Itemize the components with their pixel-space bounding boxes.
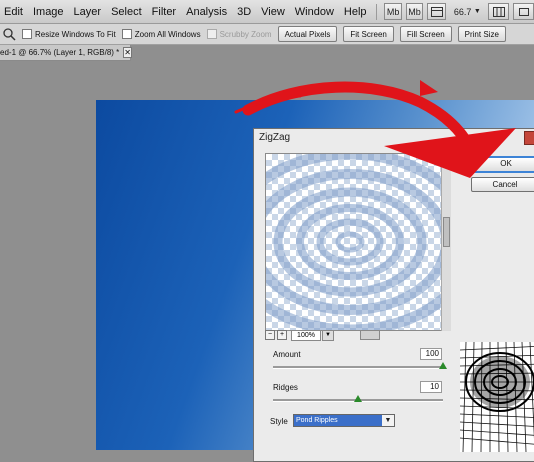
menu-view[interactable]: View <box>256 6 290 18</box>
menu-image[interactable]: Image <box>28 6 69 18</box>
preview-scrollbar[interactable] <box>441 153 451 331</box>
zoom-level-value: 66.7 <box>453 6 472 17</box>
menu-window[interactable]: Window <box>290 6 339 18</box>
style-dropdown-value: Pond Ripples <box>294 415 382 426</box>
amount-slider-track[interactable] <box>273 366 443 369</box>
menu-filter[interactable]: Filter <box>147 6 181 18</box>
amount-label: Amount <box>273 350 301 359</box>
options-bar: Resize Windows To Fit Zoom All Windows S… <box>0 24 534 45</box>
grid-icon <box>430 6 443 17</box>
zigzag-thumbnail-graphic <box>459 341 534 453</box>
horizontal-scroll-thumb[interactable] <box>360 330 380 340</box>
preview-zoom-bar: − + 100% ▼ <box>265 329 451 341</box>
filter-preview[interactable] <box>265 153 451 331</box>
arrange-documents-button[interactable] <box>488 3 510 20</box>
menu-edit[interactable]: Edit <box>0 6 28 18</box>
scrubby-zoom-label: Scrubby Zoom <box>219 29 272 39</box>
ripple-preview-graphic <box>266 154 450 330</box>
mini-bridge-button[interactable]: Mb <box>384 3 402 20</box>
ok-button[interactable]: OK <box>471 156 534 173</box>
screen-mode-button[interactable] <box>513 3 534 20</box>
zoom-all-windows-label: Zoom All Windows <box>134 29 201 39</box>
menu-help[interactable]: Help <box>339 6 372 18</box>
document-tab-title: ed-1 @ 66.7% (Layer 1, RGB/8) * <box>0 48 120 57</box>
menu-select[interactable]: Select <box>106 6 147 18</box>
zoom-level-dropdown[interactable]: 66.7 ▼ <box>450 3 484 20</box>
preview-zoom-value: 100% <box>291 329 321 341</box>
zoom-out-button[interactable]: − <box>265 330 275 340</box>
zoom-icon[interactable] <box>2 27 16 41</box>
fill-screen-button[interactable]: Fill Screen <box>399 26 452 42</box>
ridges-label: Ridges <box>273 383 298 392</box>
actual-pixels-button[interactable]: Actual Pixels <box>277 26 338 42</box>
fit-screen-button[interactable]: Fit Screen <box>343 26 394 42</box>
screen-mode-icon <box>518 7 529 16</box>
scrollbar-thumb[interactable] <box>443 217 450 247</box>
checkbox-box <box>22 29 32 39</box>
zoom-in-button[interactable]: + <box>277 330 287 340</box>
amount-field[interactable]: 100 <box>420 348 442 360</box>
zigzag-dialog: ZigZag − + 100% ▼ Amount 100 Ridges 10 S… <box>253 128 534 462</box>
ridges-field[interactable]: 10 <box>420 381 442 393</box>
resize-windows-checkbox[interactable]: Resize Windows To Fit <box>22 29 116 39</box>
arrange-icon <box>492 6 505 17</box>
close-icon[interactable] <box>524 131 534 145</box>
chevron-down-icon[interactable]: ▼ <box>322 329 334 341</box>
scrubby-zoom-checkbox[interactable]: Scrubby Zoom <box>206 29 272 39</box>
filter-thumbnail <box>459 341 534 453</box>
checkbox-box <box>206 29 217 39</box>
chevron-down-icon: ▼ <box>382 415 394 426</box>
bridge-button[interactable]: Mb <box>405 3 424 20</box>
dialog-title: ZigZag <box>259 132 291 143</box>
print-size-button[interactable]: Print Size <box>457 26 506 42</box>
zoom-all-windows-checkbox[interactable]: Zoom All Windows <box>121 29 201 39</box>
document-tab[interactable]: ed-1 @ 66.7% (Layer 1, RGB/8) * ✕ <box>0 45 132 61</box>
view-extras-button[interactable] <box>427 3 447 20</box>
menu-3d[interactable]: 3D <box>232 6 256 18</box>
resize-windows-label: Resize Windows To Fit <box>35 29 116 39</box>
amount-slider-thumb[interactable] <box>439 362 447 369</box>
checkbox-box <box>121 29 132 39</box>
menu-bar: Edit Image Layer Select Filter Analysis … <box>0 0 534 24</box>
style-label: Style <box>270 417 288 426</box>
ridges-slider-thumb[interactable] <box>354 395 362 402</box>
style-dropdown[interactable]: Pond Ripples ▼ <box>293 414 395 427</box>
cancel-button[interactable]: Cancel <box>471 177 534 192</box>
menu-layer[interactable]: Layer <box>69 6 107 18</box>
menu-separator <box>375 3 377 20</box>
menu-analysis[interactable]: Analysis <box>181 6 232 18</box>
chevron-down-icon: ▼ <box>473 8 481 15</box>
close-icon[interactable]: ✕ <box>123 47 132 58</box>
